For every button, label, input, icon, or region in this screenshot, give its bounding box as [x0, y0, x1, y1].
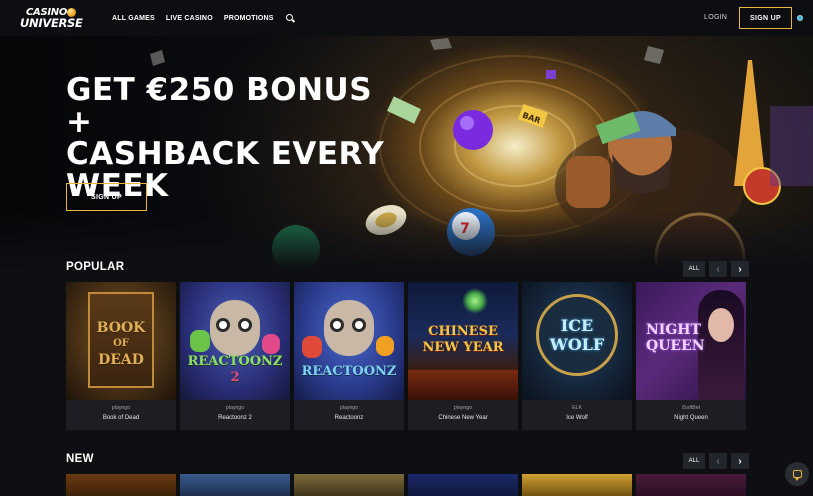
- popular-games-row: BOOK OF DEAD playngo Book of Dead REACTO…: [66, 282, 746, 430]
- chevron-right-icon[interactable]: ›: [731, 453, 749, 469]
- game-logo-line: ICE: [560, 316, 594, 335]
- new-all-button[interactable]: ALL: [683, 453, 705, 469]
- live-chat-button[interactable]: [785, 462, 809, 486]
- new-game-card[interactable]: [66, 474, 176, 496]
- game-logo-line: REACTOONZ: [301, 364, 397, 379]
- game-name: Book of Dead: [102, 415, 140, 421]
- main-nav: ALL GAMES LIVE CASINO PROMOTIONS: [112, 0, 295, 36]
- nav-promotions[interactable]: PROMOTIONS: [224, 15, 274, 22]
- game-card-night-queen[interactable]: NIGHT QUEEN iSoftBet Night Queen: [636, 282, 746, 430]
- new-game-card[interactable]: [636, 474, 746, 496]
- hero-signup-button[interactable]: SIGN UP: [66, 183, 147, 211]
- hero-banner: 7 BAR GET €250 BONUS +: [0, 36, 813, 268]
- new-controls: ALL ‹ ›: [683, 453, 749, 471]
- popular-section-title: POPULAR: [66, 261, 125, 273]
- new-games-row: [66, 474, 746, 496]
- nav-live-casino[interactable]: LIVE CASINO: [166, 15, 213, 22]
- game-card-reactoonz-2[interactable]: REACTOONZ 2 playngo Reactoonz 2: [180, 282, 290, 430]
- login-link[interactable]: LOGIN: [704, 14, 727, 21]
- game-thumbnail: NIGHT QUEEN: [636, 282, 746, 400]
- game-logo-line: 2: [230, 370, 240, 385]
- casino-universe-logo[interactable]: CASINO UNIVERSE: [20, 7, 83, 31]
- top-header: CASINO UNIVERSE ALL GAMES LIVE CASINO PR…: [0, 0, 813, 36]
- chat-icon: [792, 470, 802, 481]
- nav-all-games[interactable]: ALL GAMES: [112, 15, 155, 22]
- chevron-left-icon[interactable]: ‹: [709, 261, 727, 277]
- search-icon[interactable]: [285, 13, 295, 23]
- game-thumbnail: ICE WOLF: [522, 282, 632, 400]
- game-name: Reactoonz: [334, 415, 364, 421]
- logo-line-2: UNIVERSE: [20, 16, 83, 30]
- game-name: Ice Wolf: [566, 415, 588, 421]
- game-name: Reactoonz 2: [218, 415, 252, 421]
- game-card-reactoonz[interactable]: REACTOONZ playngo Reactoonz: [294, 282, 404, 430]
- game-provider: ELK: [572, 405, 582, 411]
- language-flag-icon[interactable]: [797, 15, 803, 21]
- game-logo-line: OF: [113, 338, 129, 349]
- game-provider: iSoftBet: [681, 405, 701, 411]
- popular-all-button[interactable]: ALL: [683, 261, 705, 277]
- game-card-chinese-new-year[interactable]: CHINESE NEW YEAR playngo Chinese New Yea…: [408, 282, 518, 430]
- game-logo-line: DEAD: [98, 352, 144, 368]
- game-logo-line: QUEEN: [646, 338, 705, 354]
- game-name: Night Queen: [674, 415, 708, 421]
- hero-headline-line-2: CASHBACK EVERY: [66, 136, 385, 172]
- game-thumbnail: CHINESE NEW YEAR: [408, 282, 518, 400]
- game-logo-line: CHINESE: [428, 324, 498, 339]
- new-game-card[interactable]: [180, 474, 290, 496]
- game-name: Chinese New Year: [438, 415, 488, 421]
- game-logo-line: WOLF: [549, 335, 605, 354]
- game-provider: playngo: [339, 405, 359, 411]
- new-section-title: NEW: [66, 453, 94, 465]
- game-logo-line: NIGHT: [646, 322, 701, 338]
- game-logo-line: NEW YEAR: [422, 340, 504, 355]
- game-thumbnail: REACTOONZ 2: [180, 282, 290, 400]
- new-game-card[interactable]: [408, 474, 518, 496]
- header-signup-button[interactable]: SIGN UP: [739, 7, 792, 29]
- purple-planet: [453, 110, 493, 150]
- hero-headline-line-1: GET €250 BONUS +: [66, 72, 373, 140]
- game-thumbnail: BOOK OF DEAD: [66, 282, 176, 400]
- game-provider: playngo: [111, 405, 131, 411]
- game-card-book-of-dead[interactable]: BOOK OF DEAD playngo Book of Dead: [66, 282, 176, 430]
- new-game-card[interactable]: [294, 474, 404, 496]
- game-thumbnail: REACTOONZ: [294, 282, 404, 400]
- chevron-left-icon[interactable]: ‹: [709, 453, 727, 469]
- game-logo-line: REACTOONZ: [187, 354, 283, 369]
- logo-orb-icon: [67, 8, 76, 17]
- game-card-ice-wolf[interactable]: ICE WOLF ELK Ice Wolf: [522, 282, 632, 430]
- chevron-right-icon[interactable]: ›: [731, 261, 749, 277]
- game-provider: playngo: [225, 405, 245, 411]
- game-provider: playngo: [453, 405, 473, 411]
- popular-controls: ALL ‹ ›: [683, 261, 749, 279]
- game-logo-line: BOOK: [96, 320, 146, 336]
- new-game-card[interactable]: [522, 474, 632, 496]
- hero-bottom-fade: [0, 213, 813, 268]
